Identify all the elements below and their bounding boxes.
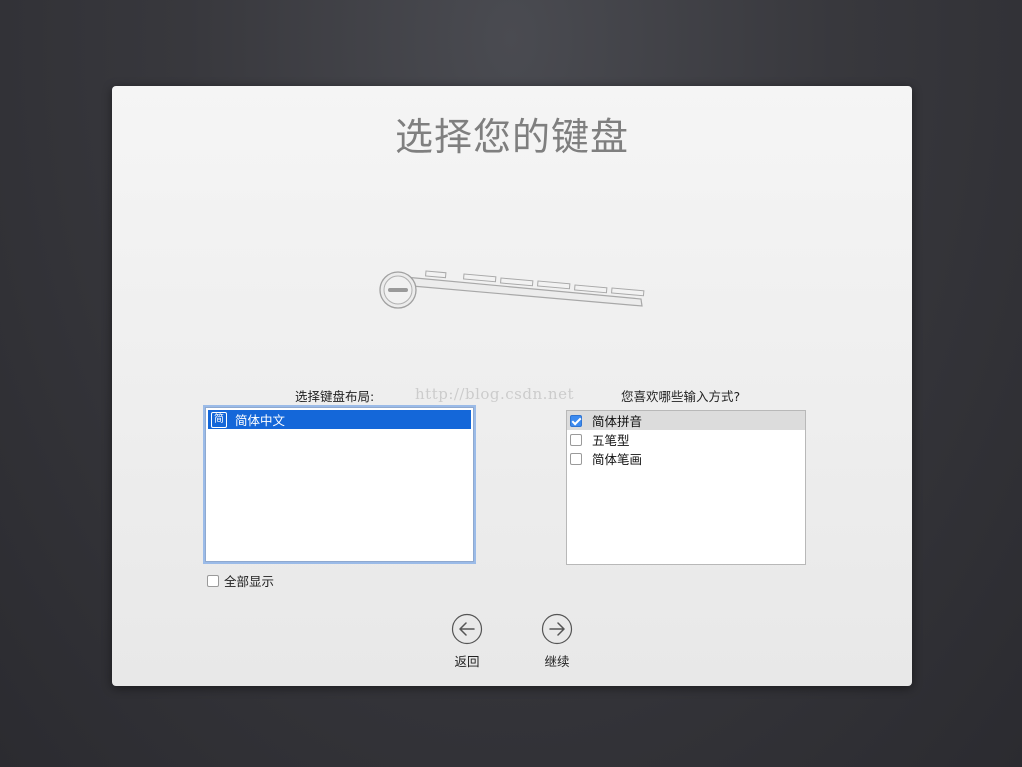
input-section-label: 您喜欢哪些输入方式? bbox=[621, 389, 741, 404]
simplified-chinese-flag-icon: 简 bbox=[211, 411, 227, 428]
list-item-simplified-chinese[interactable]: 简 简体中文 bbox=[208, 410, 471, 429]
continue-button[interactable]: 继续 bbox=[537, 613, 577, 670]
show-all-toggle[interactable]: 全部显示 bbox=[207, 571, 274, 590]
arrow-right-circle-icon[interactable] bbox=[541, 613, 573, 645]
stroke-checkbox[interactable] bbox=[570, 452, 582, 465]
back-label: 返回 bbox=[454, 654, 480, 669]
show-all-label: 全部显示 bbox=[224, 574, 275, 589]
pinyin-checkbox[interactable] bbox=[570, 414, 582, 427]
input-method-list[interactable]: 简体拼音 五笔型 简体笔画 bbox=[566, 410, 806, 565]
keyboard-layout-list[interactable]: 简 简体中文 bbox=[205, 407, 474, 562]
page-title: 选择您的键盘 bbox=[394, 115, 629, 159]
wubi-checkbox[interactable] bbox=[570, 433, 582, 446]
setup-assistant-panel: 选择您的键盘 选择键盘布局: http://blog.csdn.net 您喜欢哪… bbox=[112, 86, 912, 686]
list-item-label: 简体笔画 bbox=[592, 452, 643, 467]
back-button[interactable]: 返回 bbox=[447, 613, 487, 670]
list-item-pinyin[interactable]: 简体拼音 bbox=[567, 411, 805, 430]
list-item-label: 简体中文 bbox=[235, 413, 286, 428]
keyboard-icon bbox=[376, 266, 646, 320]
show-all-checkbox[interactable] bbox=[207, 574, 219, 587]
arrow-left-circle-icon[interactable] bbox=[451, 613, 483, 645]
list-item-label: 五笔型 bbox=[592, 433, 630, 448]
list-item-wubi[interactable]: 五笔型 bbox=[567, 430, 805, 449]
list-item-stroke[interactable]: 简体笔画 bbox=[567, 449, 805, 468]
list-item-label: 简体拼音 bbox=[592, 414, 643, 429]
layout-section-label: 选择键盘布局: bbox=[295, 389, 375, 404]
watermark-text: http://blog.csdn.net bbox=[415, 385, 574, 403]
continue-label: 继续 bbox=[544, 654, 570, 669]
